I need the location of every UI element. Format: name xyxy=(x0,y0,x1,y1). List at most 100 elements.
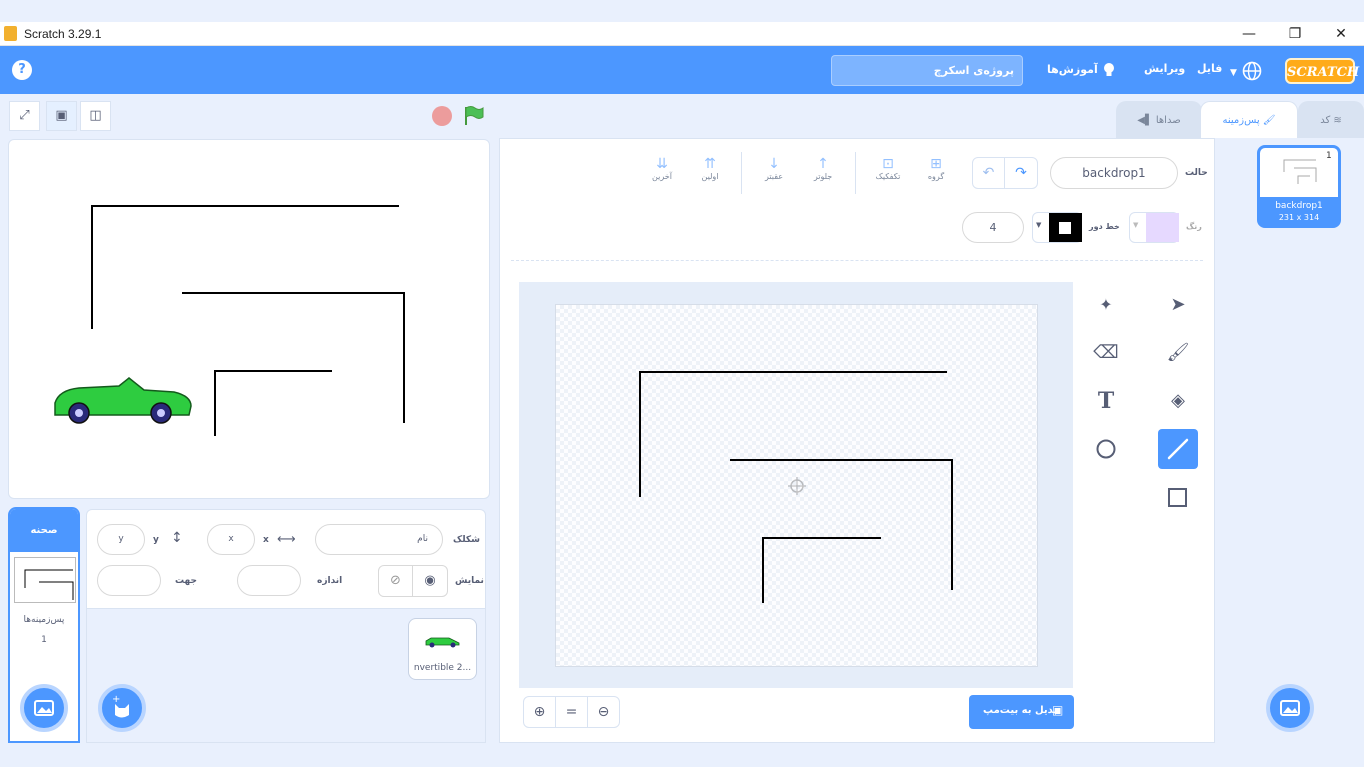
backdrops-label: پس‌زمینه‌ها xyxy=(23,615,65,625)
backdrop-name: backdrop1 xyxy=(1275,201,1323,211)
redo-icon: ↷ xyxy=(1015,165,1027,181)
y-input[interactable]: y xyxy=(97,524,145,555)
tab-code[interactable]: کد ≋ xyxy=(1298,101,1364,138)
svg-text:+: + xyxy=(112,694,120,705)
show-hidden-button[interactable]: ⊘ xyxy=(378,565,413,597)
paint-canvas[interactable] xyxy=(555,304,1038,667)
sprite-label: شکلک xyxy=(453,535,480,545)
tab-sounds-label: صداها xyxy=(1155,115,1181,126)
tab-sounds[interactable]: ◀▌ صداها xyxy=(1116,101,1202,138)
small-stage-button[interactable]: ▣ xyxy=(46,101,77,131)
editor-tabs: ◀▌ صداها پس‌زمینه 🖌 کد ≋ xyxy=(1116,101,1364,139)
maze-line-1 xyxy=(639,371,947,497)
minimize-button[interactable]: — xyxy=(1234,24,1264,44)
stop-button[interactable] xyxy=(432,106,452,126)
text-tool[interactable]: T xyxy=(1086,381,1126,421)
eraser-tool[interactable]: ⌫ xyxy=(1086,333,1126,373)
redo-button[interactable]: ↷ xyxy=(1004,157,1038,189)
green-flag-icon xyxy=(465,106,484,125)
circle-tool[interactable] xyxy=(1086,429,1126,469)
zoom-in-button[interactable]: ⊕ xyxy=(523,696,556,728)
undo-button[interactable]: ↶ xyxy=(972,157,1005,189)
show-visible-button[interactable]: ◉ xyxy=(412,565,448,597)
send-to-back-icon: ⇊ xyxy=(656,156,668,172)
crosshair-icon xyxy=(788,477,806,495)
outline-width-input[interactable]: 4 xyxy=(962,212,1024,243)
fill-color-swatch xyxy=(1146,213,1179,242)
choose-backdrop-button[interactable] xyxy=(20,684,68,732)
image-add-icon xyxy=(34,700,54,716)
sprite-name-input[interactable]: نام xyxy=(315,524,443,555)
chevron-down-icon: ▼ xyxy=(1133,221,1139,229)
tab-backdrops[interactable]: پس‌زمینه 🖌 xyxy=(1200,101,1298,139)
costume-name-input[interactable]: backdrop1 xyxy=(1050,157,1178,189)
backward-button[interactable]: ↓ عقبتر xyxy=(762,156,786,181)
window-title: Scratch 3.29.1 xyxy=(24,27,102,41)
stage-target[interactable]: صحنه پس‌زمینه‌ها 1 xyxy=(8,507,80,743)
choose-backdrop-button[interactable] xyxy=(1266,684,1314,732)
line-tool[interactable] xyxy=(1158,429,1198,469)
tutorials-menu[interactable]: آموزش‌ها xyxy=(1047,62,1116,78)
close-button[interactable]: ✕ xyxy=(1326,24,1356,44)
project-title-input[interactable]: پروژه‌ی اسکرچ xyxy=(831,55,1023,86)
stage-header: صحنه xyxy=(10,509,78,552)
forward-button[interactable]: ↑ جلوتر xyxy=(811,156,835,181)
edit-menu[interactable]: ویرایش xyxy=(1144,62,1185,75)
code-blocks-icon: ≋ xyxy=(1333,115,1342,126)
size-input[interactable] xyxy=(237,565,301,596)
green-flag-button[interactable] xyxy=(462,105,484,127)
car-sprite[interactable] xyxy=(54,377,192,424)
ungroup-label: تکفکیک xyxy=(875,172,901,181)
sprite-list: nvertible 2... xyxy=(86,609,486,743)
direction-input[interactable] xyxy=(97,565,161,596)
brush-icon: 🖌 xyxy=(1262,115,1276,126)
fullscreen-button[interactable]: ⤢ xyxy=(9,101,40,131)
y-label: y xyxy=(153,535,159,545)
file-menu[interactable]: فایل xyxy=(1197,62,1222,75)
undo-icon: ↶ xyxy=(982,165,995,181)
select-tool[interactable]: ➤ xyxy=(1158,285,1198,325)
rectangle-tool[interactable] xyxy=(1158,477,1198,517)
outline-color-swatch xyxy=(1049,213,1082,242)
stage-drawing xyxy=(54,205,405,436)
divider xyxy=(741,152,742,194)
group-label: گروه xyxy=(927,172,945,181)
reshape-tool[interactable]: ✦ xyxy=(1086,285,1126,325)
fill-tool[interactable]: ◈ xyxy=(1158,381,1198,421)
convert-to-bitmap-button[interactable]: تبدیل به بیت‌مپ ▣ xyxy=(969,695,1074,729)
sprite-tile[interactable]: nvertible 2... xyxy=(408,618,477,680)
x-input[interactable]: x xyxy=(207,524,255,555)
tab-backdrops-label: پس‌زمینه xyxy=(1222,115,1260,126)
vertical-arrows-icon: ↕ xyxy=(171,530,183,546)
ungroup-button[interactable]: ⊡ تکفکیک xyxy=(875,156,901,181)
stage-canvas[interactable] xyxy=(8,139,490,499)
fill-color-picker[interactable]: ▼ xyxy=(1129,212,1179,243)
speaker-icon: ◀▌ xyxy=(1137,115,1153,126)
circle-icon xyxy=(1096,439,1116,459)
group-button[interactable]: ⊞ گروه xyxy=(923,156,949,181)
large-stage-button[interactable]: ◫ xyxy=(80,101,111,131)
choose-sprite-button[interactable]: + xyxy=(98,684,146,732)
backdrop-tile[interactable]: 1 backdrop1 231 x 314 xyxy=(1257,145,1341,228)
language-menu[interactable]: ▼ xyxy=(1230,60,1262,81)
zoom-out-button[interactable]: ⊖ xyxy=(587,696,620,728)
backward-label: عقبتر xyxy=(764,172,784,181)
car-thumbnail xyxy=(425,637,460,648)
cat-add-icon: + xyxy=(112,694,129,718)
scratch-logo[interactable]: SCRATCH xyxy=(1285,58,1359,84)
eye-off-icon: ⊘ xyxy=(390,573,401,588)
brush-tool[interactable]: 🖌 xyxy=(1158,333,1198,373)
front-button[interactable]: ⇈ اولین xyxy=(698,156,722,181)
maze-line-1 xyxy=(91,205,399,329)
help-button[interactable]: ? xyxy=(12,60,32,80)
costume-label: حالت xyxy=(1185,168,1208,178)
stage-thumbnail xyxy=(14,557,76,603)
brush-icon: 🖌 xyxy=(1166,342,1190,363)
backdrop-size: 231 x 314 xyxy=(1278,213,1320,222)
back-button[interactable]: ⇊ آخرین xyxy=(650,156,674,181)
restore-button[interactable]: ❐ xyxy=(1280,24,1310,44)
back-label: آخرین xyxy=(652,172,672,181)
sprite-name: nvertible 2... xyxy=(413,663,472,673)
outline-color-picker[interactable]: ▼ xyxy=(1032,212,1082,243)
zoom-reset-button[interactable]: = xyxy=(555,696,588,728)
